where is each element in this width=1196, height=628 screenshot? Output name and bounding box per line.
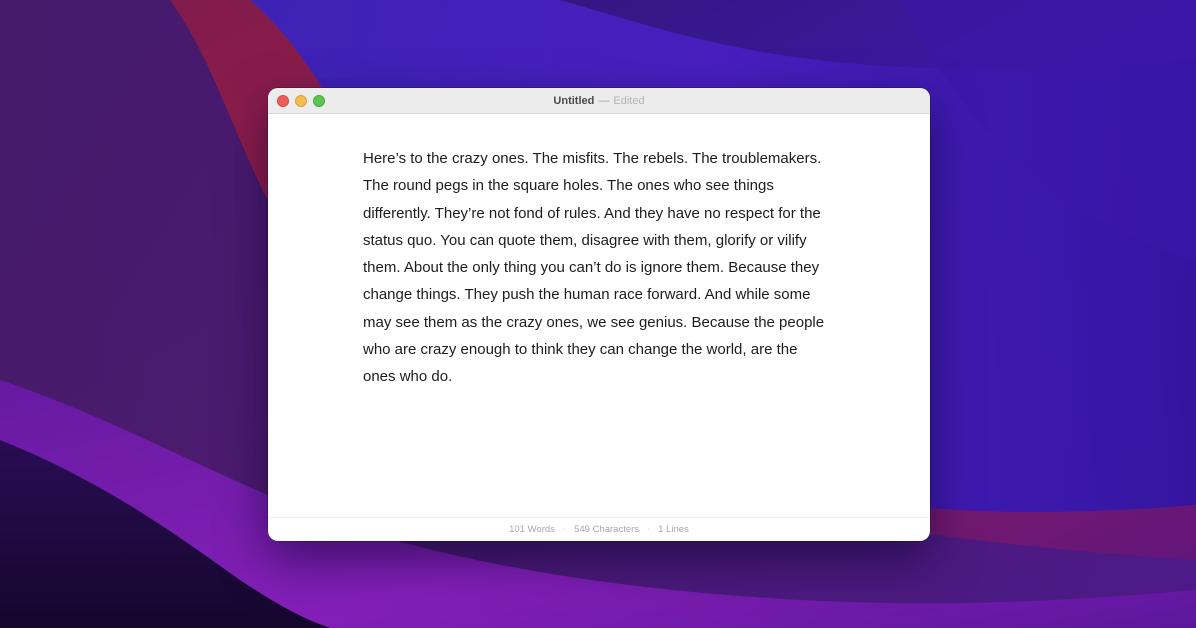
line-count: 1 Lines — [658, 524, 689, 535]
title-separator: — — [598, 95, 610, 107]
character-count: 549 Characters — [574, 524, 640, 535]
status-bar: 101 Words · 549 Characters · 1 Lines — [268, 517, 930, 541]
document-status: Edited — [613, 95, 645, 107]
document-name[interactable]: Untitled — [553, 95, 594, 107]
text-editor-window: Untitled — Edited Here’s to the crazy ones… — [268, 88, 930, 541]
word-count: 101 Words — [509, 524, 555, 535]
window-title: Untitled — Edited — [268, 88, 930, 114]
status-separator: · — [647, 524, 651, 535]
editor-text-area[interactable]: Here’s to the crazy ones. The misfits. T… — [363, 145, 833, 391]
status-separator: · — [562, 524, 567, 535]
title-bar[interactable]: Untitled — Edited — [268, 88, 930, 114]
